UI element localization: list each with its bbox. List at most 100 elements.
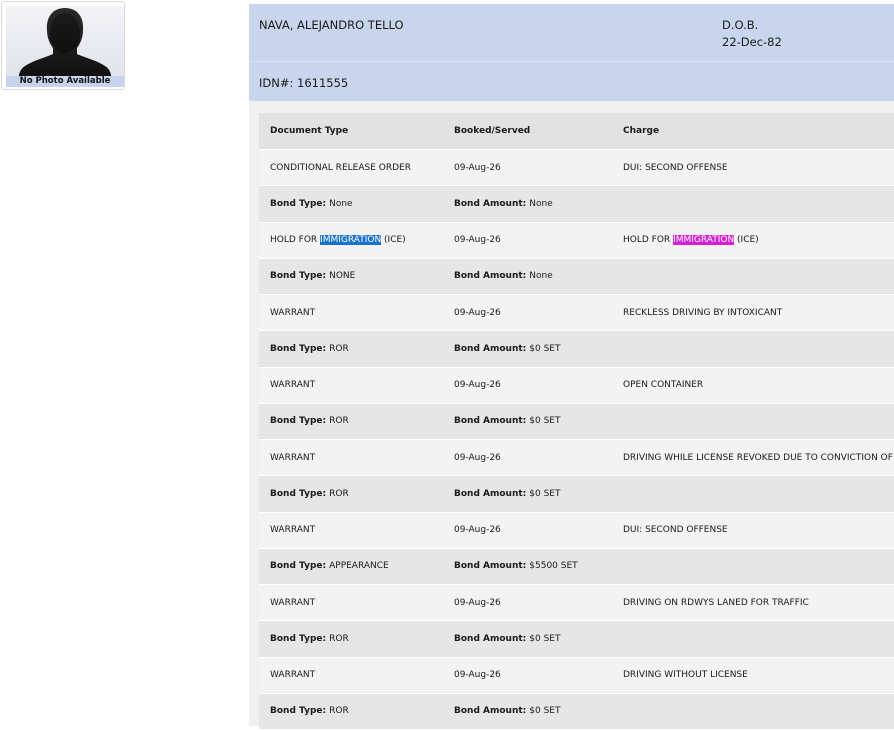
charge-text-pre: HOLD FOR <box>623 235 674 246</box>
bond-row: Bond Type: ROR Bond Amount: $0 SET <box>259 331 894 368</box>
table-row: WARRANT 09-Aug-26 DRIVING ON RDWYS LANED… <box>259 585 894 622</box>
charge-cell: DRIVING WHILE LICENSE REVOKED DUE TO CON… <box>623 452 894 463</box>
bond-amount-cell: Bond Amount: None <box>454 259 553 294</box>
charge-cell: DRIVING WITHOUT LICENSE <box>623 670 748 681</box>
bond-type-label: Bond Type: <box>270 343 327 354</box>
bond-amount-cell: Bond Amount: None <box>454 186 553 221</box>
header-booked-served: Booked/Served <box>454 126 531 136</box>
bond-amount-value: $0 SET <box>529 416 561 427</box>
inmate-photo-card: No Photo Available <box>1 1 125 90</box>
document-type-cell: CONDITIONAL RELEASE ORDER <box>270 162 411 173</box>
bond-row: Bond Type: None Bond Amount: None <box>259 186 894 223</box>
table-header-row: Document Type Booked/Served Charge <box>259 113 894 150</box>
table-row: WARRANT 09-Aug-26 DUI: SECOND OFFENSE <box>259 512 894 549</box>
booked-served-cell: 09-Aug-26 <box>454 670 501 681</box>
bond-amount-label: Bond Amount: <box>454 633 527 644</box>
bond-amount-cell: Bond Amount: $0 SET <box>454 404 561 439</box>
table-row: WARRANT 09-Aug-26 RECKLESS DRIVING BY IN… <box>259 295 894 332</box>
header-document-type: Document Type <box>270 126 349 136</box>
bond-type-cell: Bond Type: None <box>270 186 353 221</box>
bond-row: Bond Type: ROR Bond Amount: $0 SET <box>259 403 894 440</box>
document-type-cell: WARRANT <box>270 452 316 463</box>
bond-type-cell: Bond Type: ROR <box>270 476 349 511</box>
bond-amount-cell: Bond Amount: $5500 SET <box>454 549 578 584</box>
header-charge: Charge <box>623 126 660 136</box>
document-type-text-pre: HOLD FOR <box>270 235 321 246</box>
table-row: WARRANT 09-Aug-26 DRIVING WITHOUT LICENS… <box>259 657 894 694</box>
bond-amount-value: $0 SET <box>529 488 561 499</box>
document-type-cell: WARRANT <box>270 307 316 318</box>
bond-amount-label: Bond Amount: <box>454 198 527 209</box>
bond-amount-label: Bond Amount: <box>454 416 527 427</box>
charges-table: Document Type Booked/Served Charge CONDI… <box>259 113 894 730</box>
booked-served-cell: 09-Aug-26 <box>454 235 501 246</box>
bond-amount-cell: Bond Amount: $0 SET <box>454 621 561 656</box>
booked-served-cell: 09-Aug-26 <box>454 452 501 463</box>
bond-type-value: ROR <box>329 706 349 717</box>
bond-type-label: Bond Type: <box>270 633 327 644</box>
document-type-cell: HOLD FOR IMMIGRATION (ICE) <box>270 223 406 258</box>
bond-row: Bond Type: ROR Bond Amount: $0 SET <box>259 693 894 730</box>
bond-amount-label: Bond Amount: <box>454 271 527 282</box>
bond-amount-label: Bond Amount: <box>454 343 527 354</box>
no-photo-caption: No Photo Available <box>6 76 124 87</box>
bond-row: Bond Type: NONE Bond Amount: None <box>259 258 894 295</box>
bond-amount-value: $0 SET <box>529 706 561 717</box>
bond-type-label: Bond Type: <box>270 198 327 209</box>
charge-cell: HOLD FOR IMMIGRATION (ICE) <box>623 223 759 258</box>
search-highlight-blue: IMMIGRATION <box>320 235 382 246</box>
bond-amount-cell: Bond Amount: $0 SET <box>454 331 561 366</box>
bond-type-value: ROR <box>329 416 349 427</box>
charge-text-post: (ICE) <box>734 235 759 246</box>
dob-value: 22-Dec-82 <box>722 35 782 49</box>
bond-type-label: Bond Type: <box>270 706 327 717</box>
bond-type-value: NONE <box>329 271 356 282</box>
document-type-cell: WARRANT <box>270 525 316 536</box>
bond-amount-label: Bond Amount: <box>454 706 527 717</box>
document-type-cell: WARRANT <box>270 670 316 681</box>
charge-cell: DUI: SECOND OFFENSE <box>623 525 728 536</box>
bond-amount-value: None <box>529 271 553 282</box>
bond-row: Bond Type: APPEARANCE Bond Amount: $5500 S… <box>259 548 894 585</box>
table-row: WARRANT 09-Aug-26 DRIVING WHILE LICENSE … <box>259 440 894 477</box>
bond-amount-value: None <box>529 198 553 209</box>
booked-served-cell: 09-Aug-26 <box>454 307 501 318</box>
bond-type-label: Bond Type: <box>270 488 327 499</box>
idn-number: IDN#: 1611555 <box>259 76 349 90</box>
bond-row: Bond Type: ROR Bond Amount: $0 SET <box>259 476 894 513</box>
bond-type-value: None <box>329 198 353 209</box>
inmate-name: NAVA, ALEJANDRO TELLO <box>259 18 404 32</box>
photo-placeholder: No Photo Available <box>6 6 124 87</box>
bond-row: Bond Type: ROR Bond Amount: $0 SET <box>259 621 894 658</box>
bond-amount-cell: Bond Amount: $0 SET <box>454 694 561 729</box>
booked-served-cell: 09-Aug-26 <box>454 162 501 173</box>
bond-type-label: Bond Type: <box>270 416 327 427</box>
bond-type-value: APPEARANCE <box>329 561 389 572</box>
table-row: HOLD FOR IMMIGRATION (ICE) 09-Aug-26 HOL… <box>259 222 894 259</box>
bond-amount-label: Bond Amount: <box>454 488 527 499</box>
booked-served-cell: 09-Aug-26 <box>454 597 501 608</box>
search-highlight-magenta: IMMIGRATION <box>673 235 735 246</box>
document-type-cell: WARRANT <box>270 380 316 391</box>
dob-label: D.O.B. <box>722 18 759 32</box>
header-divider <box>249 61 894 62</box>
bond-type-label: Bond Type: <box>270 561 327 572</box>
bond-type-value: ROR <box>329 633 349 644</box>
document-type-cell: WARRANT <box>270 597 316 608</box>
booked-served-cell: 09-Aug-26 <box>454 525 501 536</box>
bond-type-cell: Bond Type: NONE <box>270 259 355 294</box>
bond-type-cell: Bond Type: ROR <box>270 404 349 439</box>
charge-cell: DRIVING ON RDWYS LANED FOR TRAFFIC <box>623 597 809 608</box>
bond-amount-value: $5500 SET <box>529 561 578 572</box>
booking-record-panel: NAVA, ALEJANDRO TELLO D.O.B. 22-Dec-82 I… <box>249 4 894 730</box>
bond-type-cell: Bond Type: ROR <box>270 331 349 366</box>
table-row: CONDITIONAL RELEASE ORDER 09-Aug-26 DUI:… <box>259 150 894 187</box>
document-type-text-post: (ICE) <box>381 235 406 246</box>
bond-type-value: ROR <box>329 343 349 354</box>
person-silhouette-icon <box>18 8 112 87</box>
table-row: WARRANT 09-Aug-26 OPEN CONTAINER <box>259 367 894 404</box>
charge-cell: RECKLESS DRIVING BY INTOXICANT <box>623 307 783 318</box>
bond-amount-label: Bond Amount: <box>454 561 527 572</box>
bond-amount-value: $0 SET <box>529 633 561 644</box>
bond-type-cell: Bond Type: ROR <box>270 694 349 729</box>
